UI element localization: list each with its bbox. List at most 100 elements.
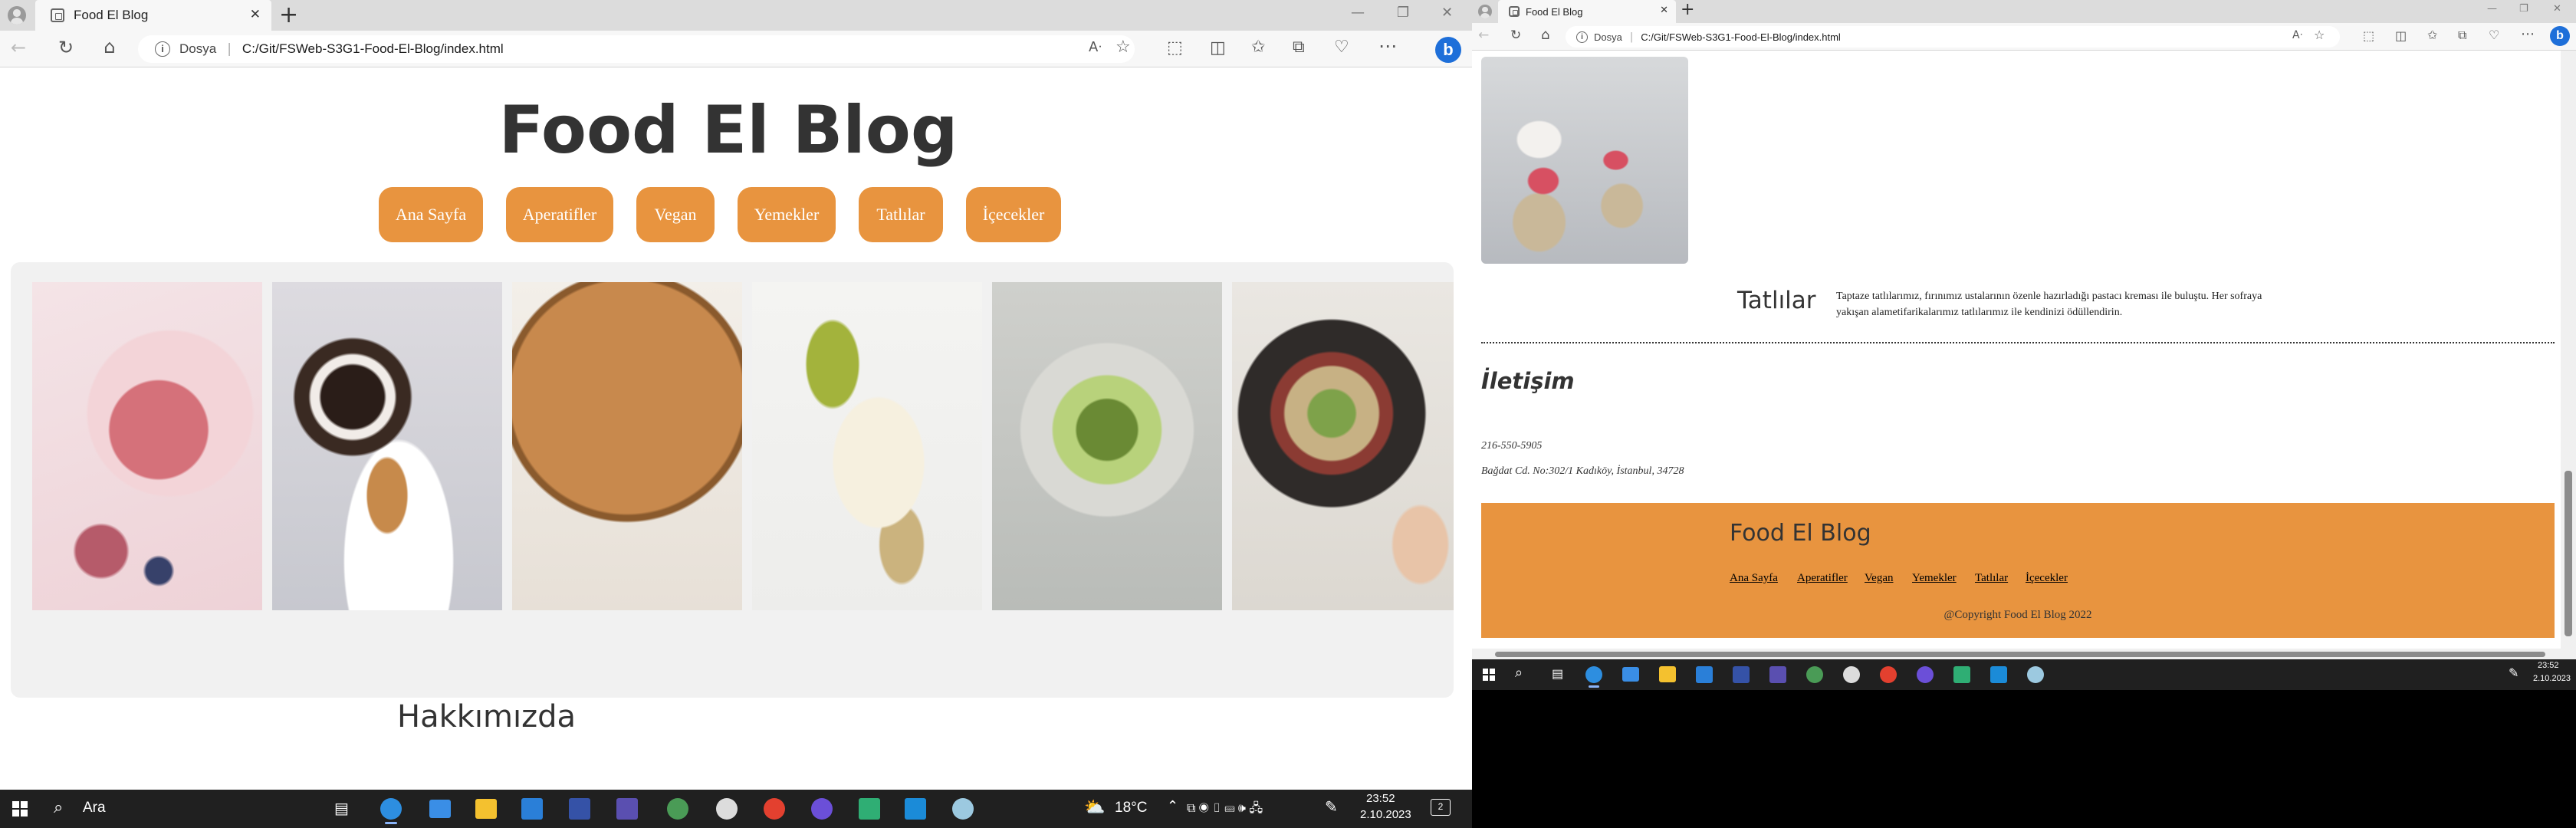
footer-link-icecekler[interactable]: İçecekler xyxy=(2026,572,2068,585)
discord-taskbar-icon[interactable] xyxy=(811,798,833,820)
task-view-icon-right[interactable]: ▤ xyxy=(1552,666,1563,682)
tray-chevron-icon[interactable]: ⌃ xyxy=(1167,798,1178,814)
tab-food-el-blog-right[interactable]: Food El Blog ✕ xyxy=(1498,0,1676,23)
refresh-icon[interactable]: ↻ xyxy=(57,37,75,58)
tool-taskbar-icon[interactable] xyxy=(667,798,688,820)
tray-apps-icon[interactable]: ⧉ ◉ ▯ ⌨ 🕪 🖧 xyxy=(1187,800,1263,820)
vscode-taskbar-icon[interactable] xyxy=(905,798,926,820)
address-bar-right[interactable]: i Dosya | C:/Git/FSWeb-S3G1-Food-El-Blog… xyxy=(1566,26,2340,48)
chrome-taskbar-icon-right[interactable] xyxy=(1880,666,1897,683)
extensions-icon-right[interactable]: ⬚ xyxy=(2363,28,2374,43)
vscode-taskbar-icon-right[interactable] xyxy=(1990,666,2007,683)
refresh-icon-right[interactable]: ↻ xyxy=(1510,28,1521,43)
windows-start-icon-right[interactable] xyxy=(1483,669,1495,681)
nav-vegan[interactable]: Vegan xyxy=(636,187,715,242)
more-icon[interactable]: ⋯ xyxy=(1378,35,1397,57)
site-info-icon[interactable]: i xyxy=(155,41,170,57)
nav-ana-sayfa[interactable]: Ana Sayfa xyxy=(379,187,483,242)
close-tab-icon[interactable]: ✕ xyxy=(250,7,261,22)
weather-temp[interactable]: 18°C xyxy=(1115,800,1147,816)
footer-link-vegan[interactable]: Vegan xyxy=(1865,572,1894,585)
back-icon-right[interactable]: ← xyxy=(1478,28,1489,43)
favorite-star-icon-right[interactable]: ☆ xyxy=(2314,28,2325,42)
edge-taskbar-icon[interactable] xyxy=(380,798,402,824)
maximize-button-right[interactable]: ❐ xyxy=(2519,3,2528,15)
nav-yemekler[interactable]: Yemekler xyxy=(738,187,836,242)
app-taskbar-icon-2[interactable] xyxy=(952,798,974,820)
browser-essentials-icon-right[interactable]: ♡ xyxy=(2489,28,2499,42)
weather-icon[interactable]: ⛅ xyxy=(1084,797,1105,817)
browser-essentials-icon[interactable]: ♡ xyxy=(1334,38,1349,57)
edge-taskbar-icon-right[interactable] xyxy=(1585,666,1602,688)
footer-link-aperatifler[interactable]: Aperatifler xyxy=(1797,572,1848,585)
maximize-button[interactable]: ❐ xyxy=(1397,5,1409,21)
close-window-button[interactable]: ✕ xyxy=(1441,5,1453,21)
footer-link-ana-sayfa[interactable]: Ana Sayfa xyxy=(1730,572,1778,585)
horizontal-scrollbar[interactable] xyxy=(1472,649,2576,659)
nav-aperatifler[interactable]: Aperatifler xyxy=(506,187,613,242)
pen-icon[interactable]: ✎ xyxy=(1325,797,1338,816)
favorites-icon[interactable]: ✩ xyxy=(1251,38,1265,57)
horizontal-scrollbar-thumb[interactable] xyxy=(1495,652,2545,657)
favorites-icon-right[interactable]: ✩ xyxy=(2427,28,2437,42)
close-tab-icon-right[interactable]: ✕ xyxy=(1660,5,1668,16)
read-aloud-icon-right[interactable]: Aᐧ xyxy=(2292,29,2302,41)
contact-phone[interactable]: 216-550-5905 xyxy=(1481,440,1542,452)
back-icon[interactable]: ← xyxy=(9,37,28,58)
footer-link-yemekler[interactable]: Yemekler xyxy=(1912,572,1957,585)
calculator-taskbar-icon[interactable] xyxy=(616,798,638,820)
app-taskbar-icon-2-right[interactable] xyxy=(2027,666,2044,683)
clock-time[interactable]: 23:52 xyxy=(1366,792,1395,805)
clock-date-right[interactable]: 2.10.2023 xyxy=(2533,674,2571,683)
collections-icon[interactable]: ⧉ xyxy=(1293,38,1305,57)
taskbar-search-label[interactable]: Ara xyxy=(83,800,106,816)
new-tab-button-right[interactable]: + xyxy=(1681,0,1694,19)
more-icon-right[interactable]: ⋯ xyxy=(2521,26,2535,42)
tool-taskbar-icon-right[interactable] xyxy=(1806,666,1823,683)
github-taskbar-icon[interactable] xyxy=(716,798,738,820)
footer-link-tatlilar[interactable]: Tatlılar xyxy=(1975,572,2008,585)
notification-badge[interactable]: 2 xyxy=(1431,799,1451,816)
github-taskbar-icon-right[interactable] xyxy=(1843,666,1860,683)
new-tab-button[interactable]: + xyxy=(279,2,298,28)
vertical-scrollbar-thumb[interactable] xyxy=(2564,471,2572,636)
app-taskbar-icon[interactable] xyxy=(569,798,590,820)
calculator-taskbar-icon-right[interactable] xyxy=(1769,666,1786,683)
extensions-icon[interactable]: ⬚ xyxy=(1167,38,1183,58)
app-taskbar-icon-right[interactable] xyxy=(1733,666,1750,683)
split-screen-icon[interactable]: ◫ xyxy=(1210,38,1226,58)
collections-icon-right[interactable]: ⧉ xyxy=(2458,28,2466,43)
address-url-right[interactable]: C:/Git/FSWeb-S3G1-Food-El-Blog/index.htm… xyxy=(1641,31,1841,43)
minimize-button-right[interactable]: — xyxy=(2487,3,2497,15)
task-view-icon[interactable]: ▤ xyxy=(334,799,349,818)
close-window-button-right[interactable]: ✕ xyxy=(2553,3,2561,15)
mail-taskbar-icon[interactable] xyxy=(429,800,451,818)
chrome-taskbar-icon[interactable] xyxy=(764,798,785,820)
mail-taskbar-icon-right[interactable] xyxy=(1622,667,1639,682)
sourcetree-taskbar-icon-right[interactable] xyxy=(1953,666,1970,683)
home-icon[interactable]: ⌂ xyxy=(100,36,120,58)
search-icon[interactable]: ⌕ xyxy=(54,797,63,817)
vertical-scrollbar[interactable] xyxy=(2561,51,2576,649)
address-bar[interactable]: i Dosya | C:/Git/FSWeb-S3G1-Food-El-Blog… xyxy=(138,35,1135,63)
split-screen-icon-right[interactable]: ◫ xyxy=(2395,28,2407,43)
pen-icon-right[interactable]: ✎ xyxy=(2509,665,2518,681)
file-explorer-taskbar-icon[interactable] xyxy=(475,799,497,819)
profile-avatar[interactable] xyxy=(8,6,26,25)
discord-taskbar-icon-right[interactable] xyxy=(1917,666,1934,683)
search-icon-right[interactable]: ⌕ xyxy=(1515,665,1523,681)
store-taskbar-icon-right[interactable] xyxy=(1696,666,1713,683)
nav-icecekler[interactable]: İçecekler xyxy=(966,187,1061,242)
windows-start-icon[interactable] xyxy=(12,801,28,816)
bing-copilot-icon-right[interactable]: b xyxy=(2550,26,2570,46)
favorite-star-icon[interactable]: ☆ xyxy=(1116,38,1131,57)
file-explorer-taskbar-icon-right[interactable] xyxy=(1659,666,1676,682)
profile-avatar-right[interactable] xyxy=(1478,5,1492,18)
bing-copilot-icon[interactable]: b xyxy=(1435,37,1461,63)
address-url[interactable]: C:/Git/FSWeb-S3G1-Food-El-Blog/index.htm… xyxy=(242,41,504,57)
read-aloud-icon[interactable]: Aᐧ xyxy=(1089,39,1102,55)
nav-tatlilar[interactable]: Tatlılar xyxy=(859,187,943,242)
minimize-button[interactable]: — xyxy=(1351,5,1365,21)
home-icon-right[interactable]: ⌂ xyxy=(1541,27,1549,43)
clock-time-right[interactable]: 23:52 xyxy=(2538,661,2559,670)
